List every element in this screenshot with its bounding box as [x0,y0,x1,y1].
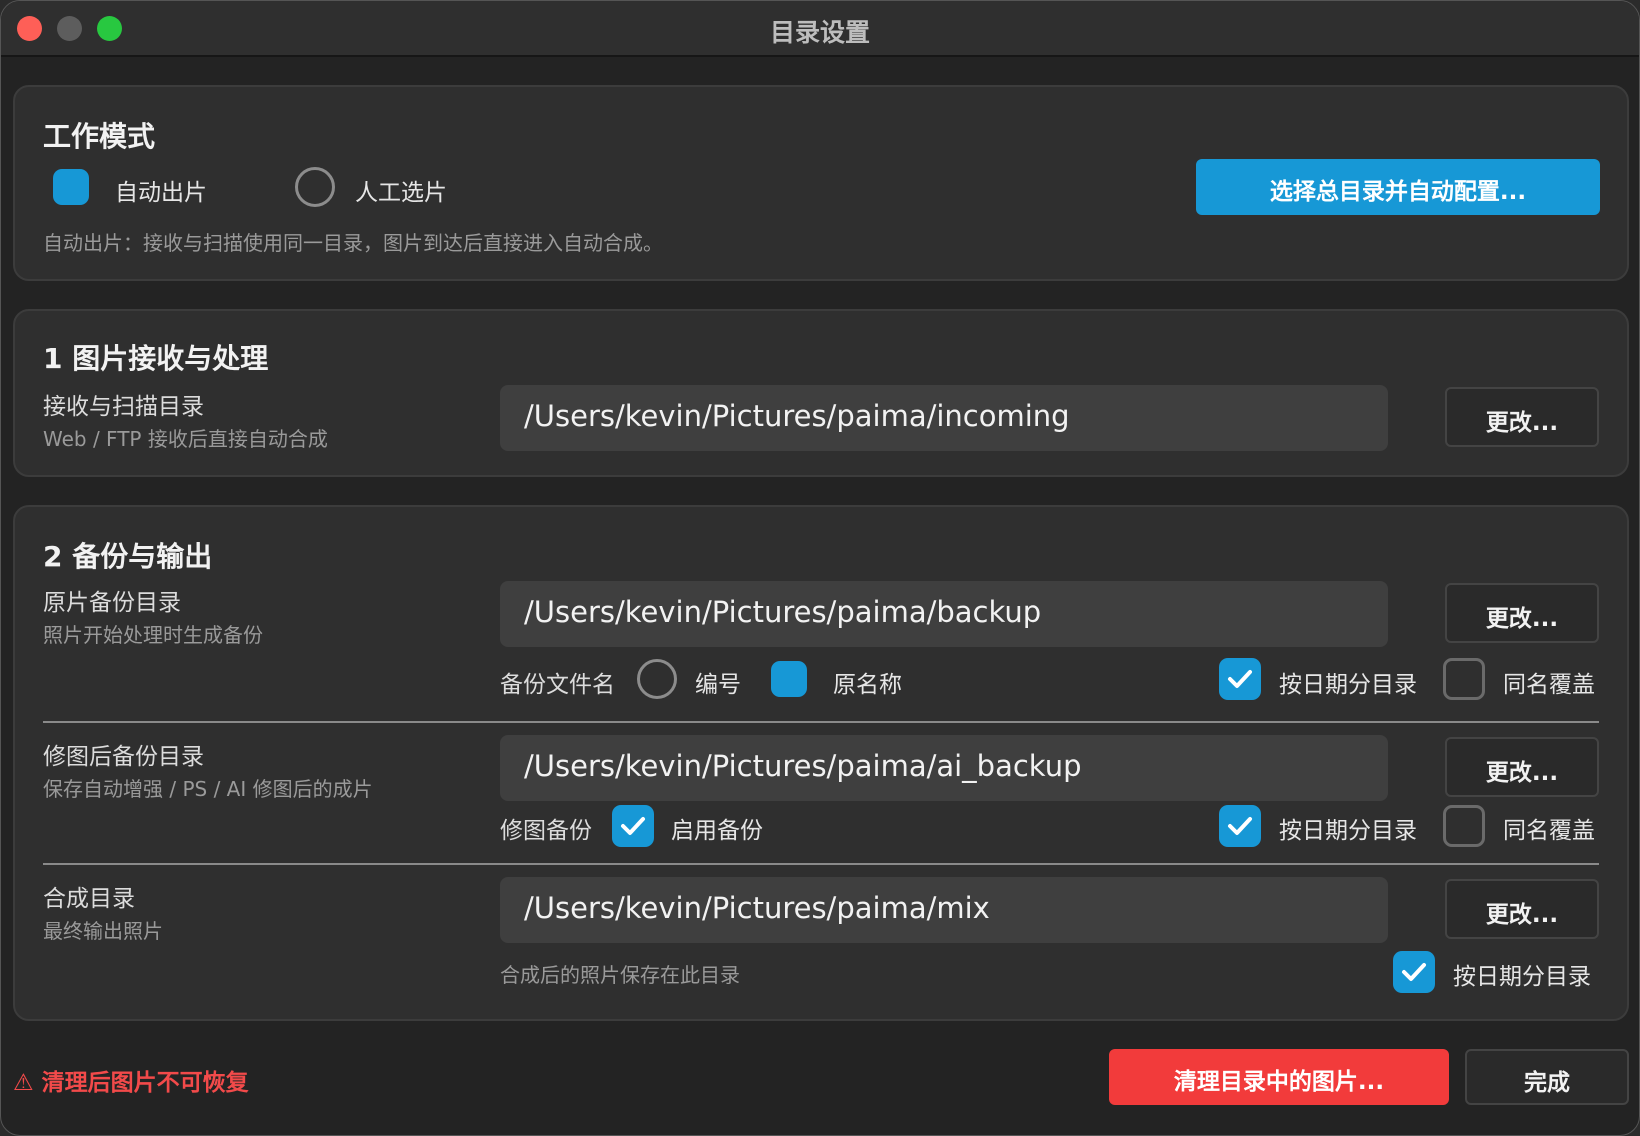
filename-original-radio[interactable] [771,661,807,697]
original-overwrite-checkbox[interactable] [1443,658,1485,700]
filename-number-radio[interactable] [637,659,677,699]
auto-mode-radio[interactable] [53,169,89,205]
auto-config-button[interactable]: 选择总目录并自动配置... [1196,159,1600,215]
retouch-backup-label: 修图后备份目录 [43,744,204,770]
filename-number-label[interactable]: 编号 [695,665,741,699]
original-backup-sub: 照片开始处理时生成备份 [43,623,263,647]
window-title: 目录设置 [769,18,870,47]
mix-dir-sub: 最终输出照片 [43,919,163,943]
checkmark-icon [1228,670,1252,688]
original-backup-label: 原片备份目录 [43,590,181,616]
backup-output-panel: 2 备份与输出 原片备份目录 照片开始处理时生成备份 /Users/kevin/… [13,505,1629,1021]
mix-dir-label: 合成目录 [43,886,135,912]
title-bar: 目录设置 [1,1,1639,57]
retouch-backup-toggle-label: 修图备份 [500,818,592,844]
receive-section-title: 1 图片接收与处理 [43,342,269,375]
backup-section-title: 2 备份与输出 [43,540,213,573]
original-overwrite-label[interactable]: 同名覆盖 [1503,665,1595,699]
checkmark-icon [1228,817,1252,835]
filename-original-label[interactable]: 原名称 [833,665,902,699]
mix-dir-path-field[interactable]: /Users/kevin/Pictures/paima/mix [500,877,1388,943]
original-backup-change-button[interactable]: 更改... [1445,583,1599,643]
retouch-backup-path-field[interactable]: /Users/kevin/Pictures/paima/ai_backup [500,735,1388,801]
divider [43,721,1599,723]
receive-section-panel: 1 图片接收与处理 接收与扫描目录 Web / FTP 接收后直接自动合成 /U… [13,309,1629,477]
scan-dir-sub: Web / FTP 接收后直接自动合成 [43,427,328,451]
clean-warning-text: ⚠ 清理后图片不可恢复 [13,1070,249,1096]
done-button[interactable]: 完成 [1465,1049,1629,1105]
original-by-date-checkbox[interactable] [1219,658,1261,700]
retouch-backup-sub: 保存自动增强 / PS / AI 修图后的成片 [43,777,373,801]
retouch-by-date-label[interactable]: 按日期分目录 [1279,811,1417,845]
mix-by-date-label[interactable]: 按日期分目录 [1453,957,1591,991]
checkmark-icon [621,817,645,835]
scan-dir-change-button[interactable]: 更改... [1445,387,1599,447]
mix-by-date-checkbox[interactable] [1393,951,1435,993]
manual-mode-label[interactable]: 人工选片 [355,173,447,207]
retouch-by-date-checkbox[interactable] [1219,805,1261,847]
scan-dir-path-field[interactable]: /Users/kevin/Pictures/paima/incoming [500,385,1388,451]
checkmark-icon [1402,963,1426,981]
original-by-date-label[interactable]: 按日期分目录 [1279,665,1417,699]
work-mode-title: 工作模式 [43,120,156,153]
retouch-enable-checkbox[interactable] [612,805,654,847]
mix-dir-note: 合成后的照片保存在此目录 [500,963,740,987]
retouch-enable-label[interactable]: 启用备份 [671,811,763,845]
divider [43,863,1599,865]
retouch-overwrite-label[interactable]: 同名覆盖 [1503,811,1595,845]
mix-dir-change-button[interactable]: 更改... [1445,879,1599,939]
work-mode-description: 自动出片：接收与扫描使用同一目录，图片到达后直接进入自动合成。 [43,231,663,255]
backup-filename-label: 备份文件名 [500,672,615,698]
retouch-backup-change-button[interactable]: 更改... [1445,737,1599,797]
settings-window: 目录设置 工作模式 自动出片 人工选片 自动出片：接收与扫描使用同一目录，图片到… [0,0,1640,1136]
manual-mode-radio[interactable] [295,167,335,207]
retouch-overwrite-checkbox[interactable] [1443,805,1485,847]
original-backup-path-field[interactable]: /Users/kevin/Pictures/paima/backup [500,581,1388,647]
clean-images-button[interactable]: 清理目录中的图片... [1109,1049,1449,1105]
scan-dir-label: 接收与扫描目录 [43,394,204,420]
work-mode-panel: 工作模式 自动出片 人工选片 自动出片：接收与扫描使用同一目录，图片到达后直接进… [13,85,1629,281]
auto-mode-label[interactable]: 自动出片 [115,173,207,207]
